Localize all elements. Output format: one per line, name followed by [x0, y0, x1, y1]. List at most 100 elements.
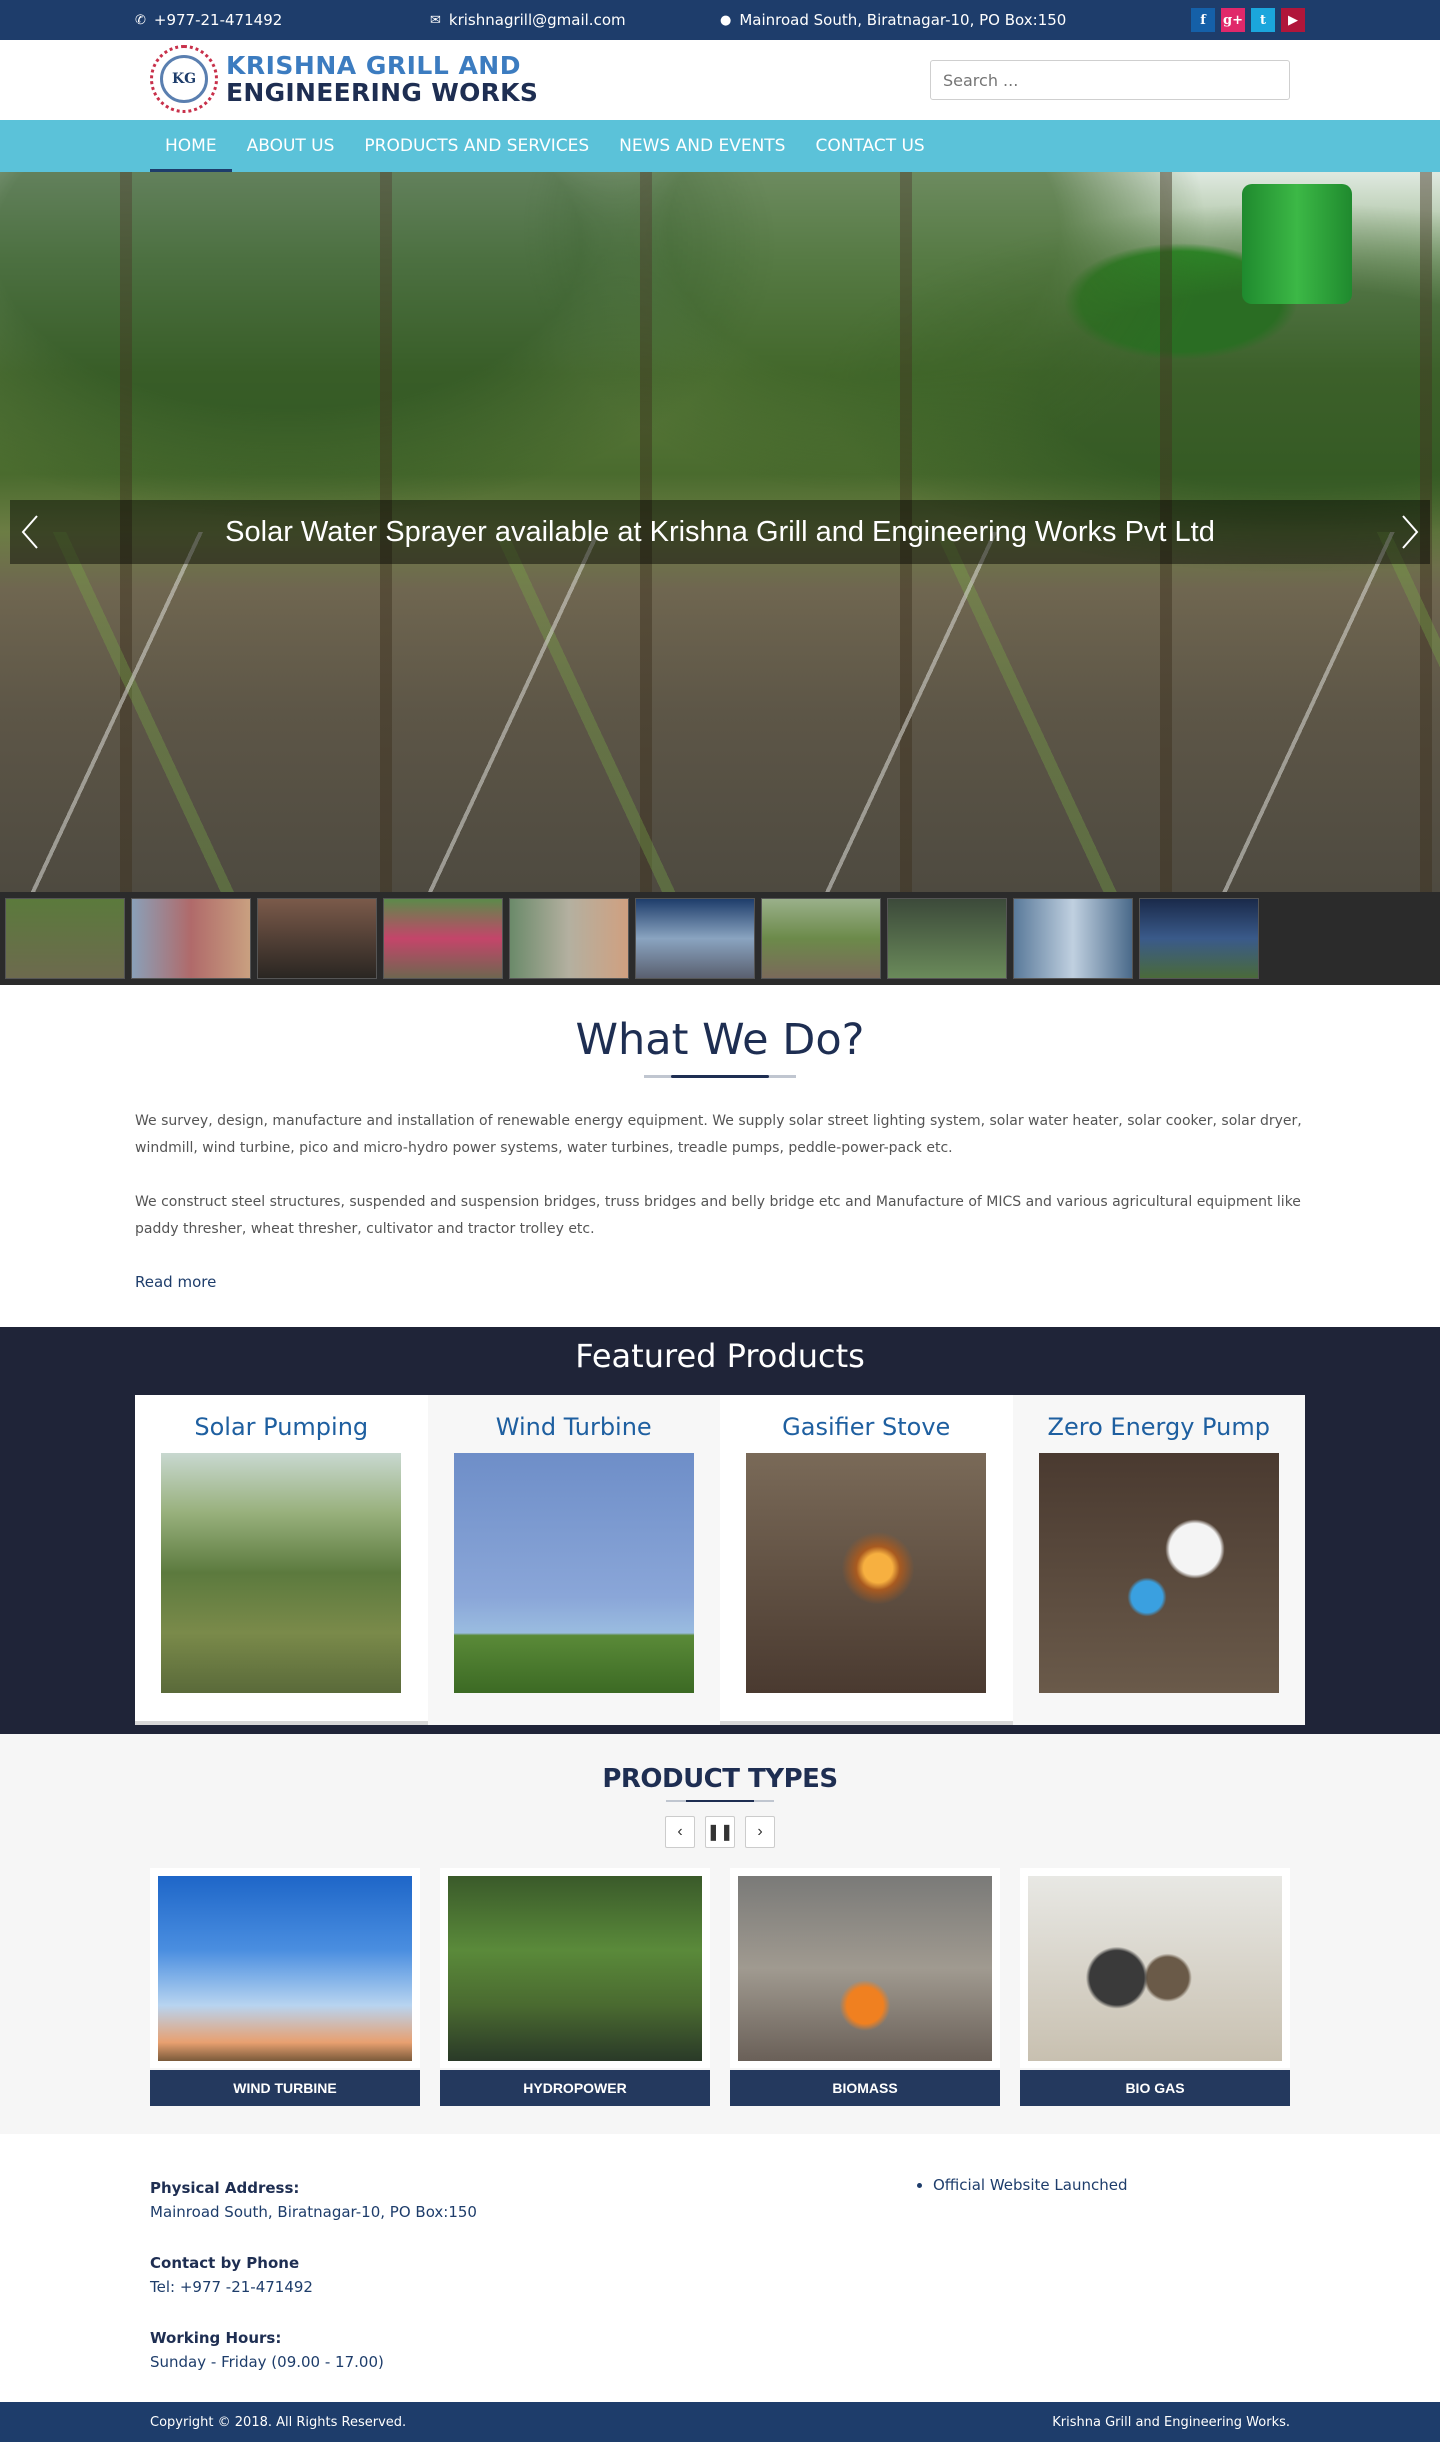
product-type-image-frame — [730, 1868, 1000, 2068]
what-we-do-title: What We Do? — [575, 1015, 865, 1065]
featured-product-card[interactable]: Gasifier Stove — [720, 1395, 1013, 1725]
site-header: KG KRISHNA GRILL AND ENGINEERING WORKS — [0, 40, 1440, 120]
featured-product-image[interactable] — [453, 1453, 694, 1693]
slider-thumbnail[interactable] — [5, 898, 125, 979]
site-logo[interactable]: KG KRISHNA GRILL AND ENGINEERING WORKS — [150, 45, 538, 113]
product-type-card[interactable]: BIO GAS — [1020, 1868, 1290, 2106]
envelope-icon: ✉ — [430, 12, 441, 28]
what-we-do-text: We survey, design, manufacture and insta… — [135, 1108, 1305, 1297]
slider-prev-arrow-icon[interactable] — [10, 502, 50, 562]
slider-next-arrow-icon[interactable] — [1390, 502, 1430, 562]
site-footer: Physical Address: Mainroad South, Biratn… — [0, 2134, 1440, 2402]
hero-image-ground — [0, 532, 1440, 892]
slider-thumbnail[interactable] — [131, 898, 251, 979]
carousel-pause-button[interactable]: ❚❚ — [705, 1816, 735, 1848]
footer-phone-label: Contact by Phone — [150, 2254, 300, 2272]
main-nav: HOME ABOUT US PRODUCTS AND SERVICES NEWS… — [0, 120, 1440, 172]
slider-thumbnail[interactable] — [1139, 898, 1259, 979]
social-links: f g+ t ▶ — [1191, 8, 1305, 32]
slider-thumbnail[interactable] — [887, 898, 1007, 979]
featured-product-image[interactable] — [161, 1453, 402, 1693]
footer-hours-block: Working Hours: Sunday - Friday (09.00 - … — [150, 2326, 913, 2374]
slider-thumbnail[interactable] — [383, 898, 503, 979]
map-marker-icon: ● — [720, 12, 732, 28]
google-plus-icon[interactable]: g+ — [1221, 8, 1245, 32]
twitter-icon[interactable]: t — [1251, 8, 1275, 32]
what-we-do-paragraph-2: We construct steel structures, suspended… — [135, 1194, 1301, 1237]
product-type-label[interactable]: BIO GAS — [1020, 2070, 1290, 2106]
product-type-image-frame — [440, 1868, 710, 2068]
product-type-image[interactable] — [448, 1876, 702, 2061]
product-type-image[interactable] — [158, 1876, 412, 2061]
copyright-text: Copyright © 2018. All Rights Reserved. — [150, 2414, 407, 2430]
nav-about-us[interactable]: ABOUT US — [232, 120, 350, 172]
product-type-label[interactable]: WIND TURBINE — [150, 2070, 420, 2106]
search-input[interactable] — [930, 60, 1290, 100]
topbar-phone[interactable]: ✆ +977-21-471492 — [135, 11, 282, 29]
product-type-label[interactable]: HYDROPOWER — [440, 2070, 710, 2106]
topbar-address: ● Mainroad South, Biratnagar-10, PO Box:… — [720, 11, 1066, 29]
product-types-list: WIND TURBINE HYDROPOWER BIOMASS BIO GAS — [135, 1868, 1305, 2106]
slider-thumbnail[interactable] — [1013, 898, 1133, 979]
logo-emblem-icon: KG — [150, 45, 218, 113]
product-type-image-frame — [150, 1868, 420, 2068]
featured-product-card[interactable]: Zero Energy Pump — [1012, 1395, 1306, 1725]
logo-monogram: KG — [160, 55, 208, 103]
footer-hours-value: Sunday - Friday (09.00 - 17.00) — [150, 2353, 384, 2371]
featured-product-name[interactable]: Gasifier Stove — [720, 1395, 1013, 1453]
featured-product-card[interactable]: Wind Turbine — [427, 1395, 721, 1725]
nav-products-and-services[interactable]: PRODUCTS AND SERVICES — [349, 120, 604, 172]
topbar-email[interactable]: ✉ krishnagrill@gmail.com — [430, 11, 626, 29]
footer-news-item[interactable]: Official Website Launched — [933, 2176, 1127, 2194]
youtube-icon[interactable]: ▶ — [1281, 8, 1305, 32]
read-more-link[interactable]: Read more — [135, 1269, 216, 1296]
nav-news-and-events[interactable]: NEWS AND EVENTS — [604, 120, 800, 172]
product-type-card[interactable]: WIND TURBINE — [150, 1868, 420, 2106]
product-type-image[interactable] — [738, 1876, 992, 2061]
featured-products-title: Featured Products — [575, 1337, 865, 1375]
hero-caption-text: Solar Water Sprayer available at Krishna… — [225, 515, 1215, 548]
logo-text: KRISHNA GRILL AND ENGINEERING WORKS — [226, 50, 539, 107]
product-type-image[interactable] — [1028, 1876, 1282, 2061]
hero-image-water-tank — [1242, 184, 1352, 304]
slider-thumbnail[interactable] — [635, 898, 755, 979]
carousel-next-button[interactable]: › — [745, 1816, 775, 1848]
product-type-image-frame — [1020, 1868, 1290, 2068]
footer-address-value: Mainroad South, Biratnagar-10, PO Box:15… — [150, 2203, 477, 2221]
featured-product-card[interactable]: Solar Pumping — [135, 1395, 428, 1725]
slider-thumbnail[interactable] — [761, 898, 881, 979]
product-type-card[interactable]: BIOMASS — [730, 1868, 1000, 2106]
footer-address-label: Physical Address: — [150, 2179, 300, 2197]
footer-hours-label: Working Hours: — [150, 2329, 282, 2347]
top-bar: ✆ +977-21-471492 ✉ krishnagrill@gmail.co… — [0, 0, 1440, 40]
product-types-section: PRODUCT TYPES ‹ ❚❚ › WIND TURBINE HYDROP… — [0, 1734, 1440, 2134]
product-types-title: PRODUCT TYPES — [602, 1764, 838, 1794]
email-text: krishnagrill@gmail.com — [448, 11, 626, 29]
title-divider — [644, 1075, 796, 1078]
slider-thumbnail[interactable] — [509, 898, 629, 979]
footer-address-block: Physical Address: Mainroad South, Biratn… — [150, 2176, 913, 2224]
slider-thumbnails — [0, 892, 1440, 985]
featured-products-list: Solar Pumping Wind Turbine Gasifier Stov… — [135, 1395, 1305, 1725]
footer-contact-info: Physical Address: Mainroad South, Biratn… — [150, 2176, 913, 2401]
logo-line-2: ENGINEERING WORKS — [226, 78, 539, 107]
facebook-icon[interactable]: f — [1191, 8, 1215, 32]
featured-product-name[interactable]: Solar Pumping — [135, 1395, 428, 1453]
carousel-prev-button[interactable]: ‹ — [665, 1816, 695, 1848]
what-we-do-section: What We Do? We survey, design, manufactu… — [0, 985, 1440, 1327]
featured-product-name[interactable]: Wind Turbine — [428, 1395, 721, 1453]
footer-phone-value: Tel: +977 -21-471492 — [150, 2278, 313, 2296]
slider-thumbnail[interactable] — [257, 898, 377, 979]
carousel-controls: ‹ ❚❚ › — [135, 1816, 1305, 1848]
product-type-label[interactable]: BIOMASS — [730, 2070, 1000, 2106]
footer-phone-block: Contact by Phone Tel: +977 -21-471492 — [150, 2251, 913, 2299]
product-type-card[interactable]: HYDROPOWER — [440, 1868, 710, 2106]
logo-line-1: KRISHNA GRILL AND — [226, 50, 521, 80]
featured-product-image[interactable] — [1038, 1453, 1279, 1693]
nav-contact-us[interactable]: CONTACT US — [800, 120, 939, 172]
featured-product-image[interactable] — [746, 1453, 987, 1693]
nav-home[interactable]: HOME — [150, 120, 232, 172]
company-name-text: Krishna Grill and Engineering Works. — [1052, 2414, 1290, 2430]
featured-product-name[interactable]: Zero Energy Pump — [1013, 1395, 1306, 1453]
what-we-do-paragraph-1: We survey, design, manufacture and insta… — [135, 1113, 1302, 1156]
